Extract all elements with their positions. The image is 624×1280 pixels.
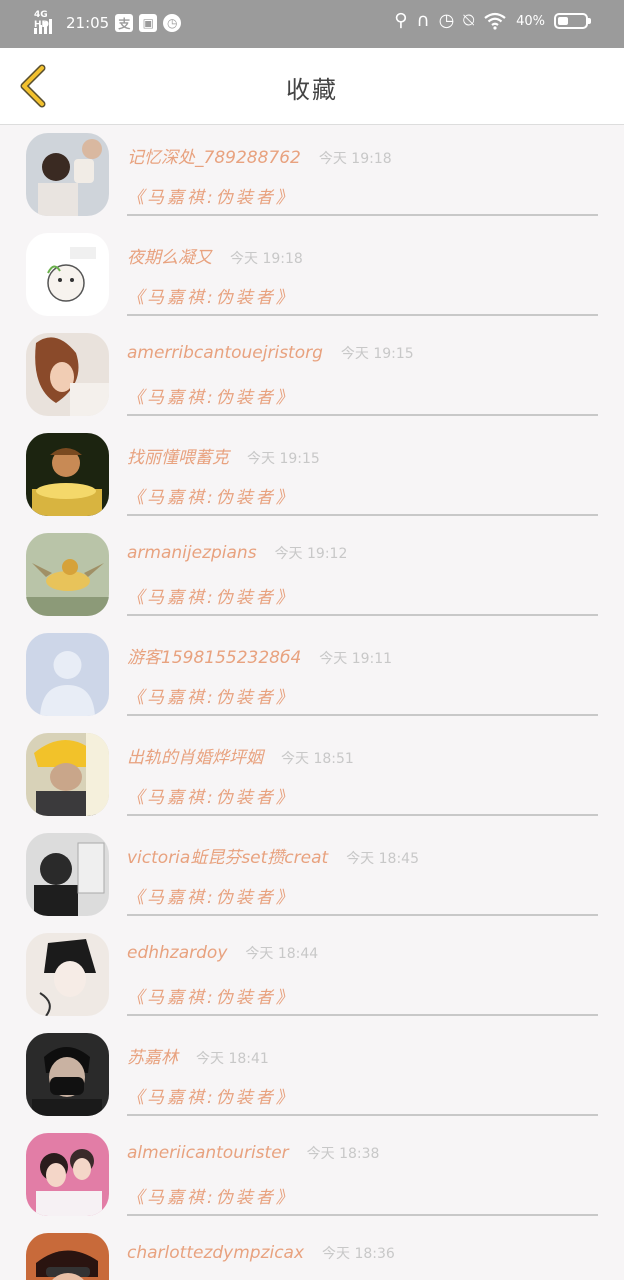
wifi-icon [484,12,506,30]
divider [127,214,598,216]
status-bar-left: 4G HD 21:05 支 ▣ ◷ [34,10,182,34]
username[interactable]: 苏嘉林 [127,1043,178,1068]
username[interactable]: charlottezdympzicax [127,1243,304,1263]
status-bar: 4G HD 21:05 支 ▣ ◷ ⚲ ∩ ◷ ⍉ 40% [0,0,624,48]
username[interactable]: amerribcantouejristorg [127,343,323,363]
avatar[interactable] [26,1033,109,1116]
battery-level [558,17,568,25]
avatar[interactable] [26,1233,109,1280]
avatar[interactable] [26,333,109,416]
divider [127,914,598,916]
username[interactable]: armanijezpians [127,543,257,563]
username[interactable]: almeriicantourister [127,1143,289,1163]
list-item[interactable]: charlottezdympzicax 今天 18:36 [0,1225,624,1280]
list-item[interactable]: victoria蚯昆芬set攒creat 今天 18:45 《马嘉祺:伪装者》 [0,825,624,925]
divider [127,1014,598,1016]
location-icon: ⚲ [394,10,408,31]
timestamp: 今天 18:36 [322,1246,395,1262]
username[interactable]: edhhzardoy [127,943,227,963]
favorite-content[interactable]: 《马嘉祺:伪装者》 [127,483,296,508]
divider [127,1214,598,1216]
favorite-content[interactable]: 《马嘉祺:伪装者》 [127,783,296,808]
favorite-content[interactable]: 《马嘉祺:伪装者》 [127,883,296,908]
list-item[interactable]: 夜期么凝又 今天 19:18 《马嘉祺:伪装者》 [0,225,624,325]
mute-icon: ⍉ [463,10,475,31]
timestamp: 今天 18:45 [346,851,419,867]
timestamp: 今天 18:41 [196,1051,269,1067]
page-title: 收藏 [286,76,338,104]
favorite-content[interactable]: 《马嘉祺:伪装者》 [127,183,296,208]
favorite-content[interactable]: 《马嘉祺:伪装者》 [127,283,296,308]
headphones-icon: ∩ [416,10,430,31]
favorite-content[interactable]: 《马嘉祺:伪装者》 [127,983,296,1008]
avatar[interactable] [26,233,109,316]
divider [127,614,598,616]
photo-notification-icon: ▣ [139,14,158,32]
favorite-content[interactable]: 《马嘉祺:伪装者》 [127,683,296,708]
timestamp: 今天 18:44 [245,946,319,962]
list-item[interactable]: almeriicantourister 今天 18:38 《马嘉祺:伪装者》 [0,1125,624,1225]
username[interactable]: 记忆深处_789288762 [127,143,301,168]
avatar[interactable] [26,633,109,716]
avatar[interactable] [26,933,109,1016]
header-bar: 收藏 [0,48,624,125]
battery-percent: 40% [516,13,545,29]
avatar[interactable] [26,833,109,916]
divider [127,714,598,716]
timestamp: 今天 18:51 [281,751,354,767]
favorite-content[interactable]: 《马嘉祺:伪装者》 [127,583,296,608]
avatar[interactable] [26,533,109,616]
app-notification-icon: 支 [115,14,134,32]
signal-icon: 4G HD [34,10,60,34]
list-item[interactable]: 记忆深处_789288762 今天 19:18 《马嘉祺:伪装者》 [0,125,624,225]
favorite-content[interactable]: 《马嘉祺:伪装者》 [127,1083,296,1108]
avatar[interactable] [26,133,109,216]
divider [127,514,598,516]
avatar[interactable] [26,1133,109,1216]
favorites-list: 记忆深处_789288762 今天 19:18 《马嘉祺:伪装者》 夜期么凝又 … [0,125,624,1280]
avatar[interactable] [26,733,109,816]
username[interactable]: 游客15981552328б4 [127,643,301,668]
divider [127,1114,598,1116]
divider [127,814,598,816]
alarm-icon: ◷ [438,10,455,31]
divider [127,314,598,316]
username[interactable]: 出轨的肖婚烨坪姻 [127,743,263,768]
timestamp: 今天 18:38 [306,1146,380,1162]
list-item[interactable]: 出轨的肖婚烨坪姻 今天 18:51 《马嘉祺:伪装者》 [0,725,624,825]
battery-icon [554,13,591,29]
favorite-content[interactable]: 《马嘉祺:伪装者》 [127,383,296,408]
list-item[interactable]: amerribcantouejristorg 今天 19:15 《马嘉祺:伪装者… [0,325,624,425]
list-item[interactable]: edhhzardoy 今天 18:44 《马嘉祺:伪装者》 [0,925,624,1025]
timestamp: 今天 19:15 [340,346,414,362]
list-item[interactable]: 苏嘉林 今天 18:41 《马嘉祺:伪装者》 [0,1025,624,1125]
timestamp: 今天 19:18 [318,151,392,167]
username[interactable]: 找丽懂喂蓄克 [127,443,229,468]
list-item[interactable]: 游客15981552328б4 今天 19:11 《马嘉祺:伪装者》 [0,625,624,725]
username[interactable]: victoria蚯昆芬set攒creat [127,843,328,868]
status-time: 21:05 [66,14,110,32]
timestamp: 今天 19:15 [247,451,320,467]
alarm-icon: ◷ [163,14,182,32]
favorite-content[interactable]: 《马嘉祺:伪装者》 [127,1183,296,1208]
avatar[interactable] [26,433,109,516]
status-bar-right: ⚲ ∩ ◷ ⍉ 40% [394,10,591,31]
list-item[interactable]: armanijezpians 今天 19:12 《马嘉祺:伪装者》 [0,525,624,625]
divider [127,414,598,416]
username[interactable]: 夜期么凝又 [127,243,212,268]
timestamp: 今天 19:12 [274,546,348,562]
timestamp: 今天 19:18 [230,251,303,267]
timestamp: 今天 19:11 [319,651,393,667]
list-item[interactable]: 找丽懂喂蓄克 今天 19:15 《马嘉祺:伪装者》 [0,425,624,525]
